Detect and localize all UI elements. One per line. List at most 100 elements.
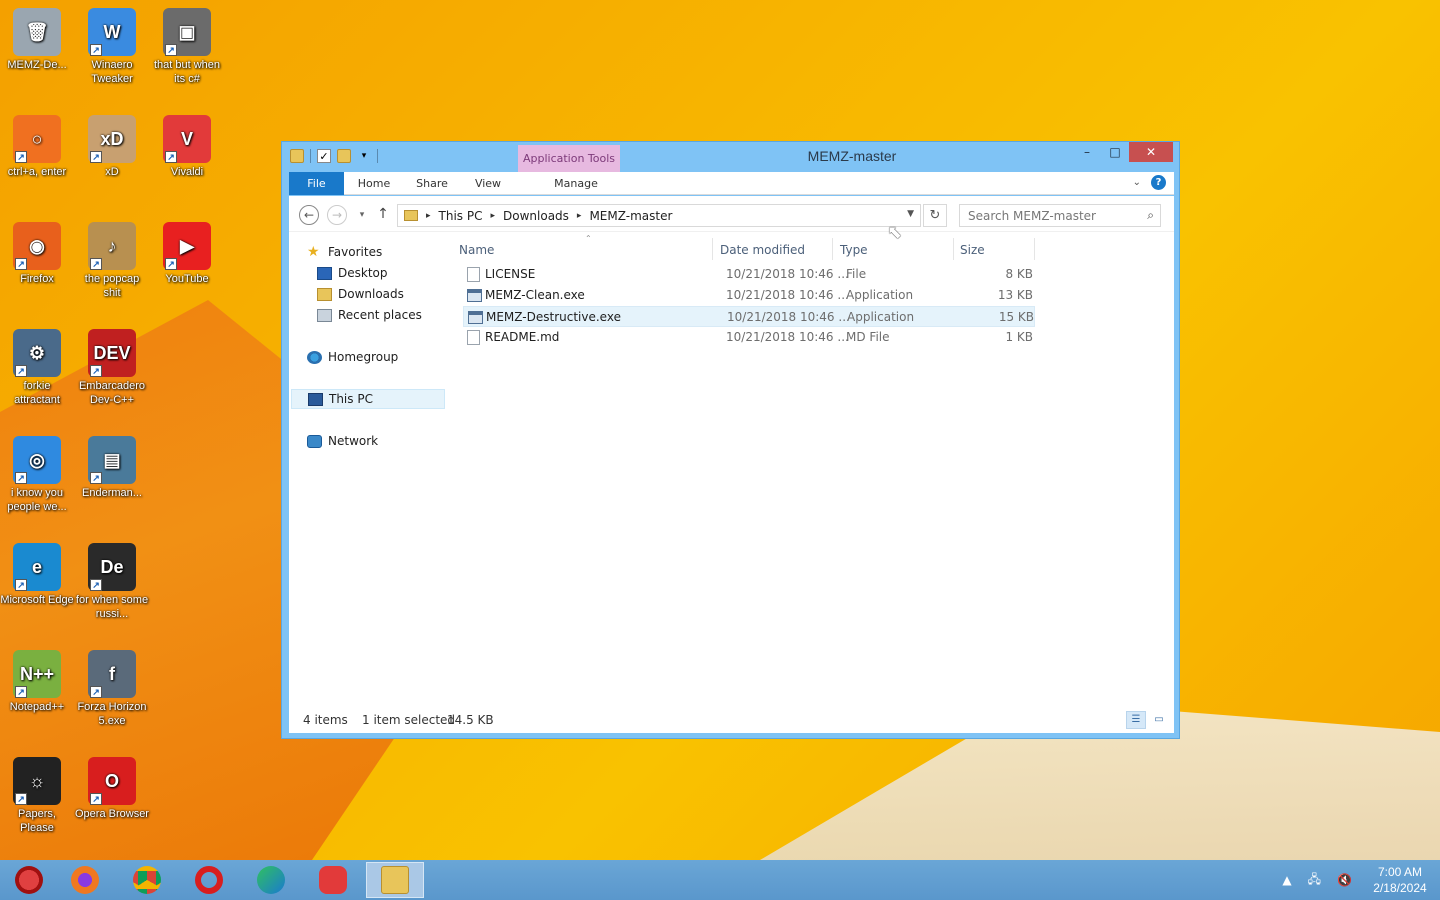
desktop-icon[interactable]: ○ ↗ ctrl+a, enter [0,115,74,179]
taskbar-file-explorer[interactable] [366,862,424,898]
column-header-size[interactable]: Size [960,243,985,257]
help-icon[interactable]: ? [1151,175,1166,190]
forward-button[interactable]: → [327,205,347,225]
chevron-right-icon[interactable]: ▸ [426,211,431,221]
desktop-icon[interactable]: ◉ ↗ Firefox [0,222,74,286]
column-header-name[interactable]: Name [459,243,494,257]
maximize-button[interactable]: □ [1102,142,1128,162]
desktop-icon[interactable]: ☼ ↗ Papers, Please [0,757,74,835]
desktop-icon[interactable]: ♪ ↗ the popcap shit [75,222,149,300]
edge-icon [257,866,285,894]
desktop-icon[interactable]: ▤ ↗ Enderman... [75,436,149,500]
nav-downloads[interactable]: Downloads [317,284,404,304]
column-divider[interactable] [1034,238,1035,260]
column-divider[interactable] [832,238,833,260]
start-icon [15,866,43,894]
nav-label: Recent places [338,308,422,322]
taskbar-edge[interactable] [242,862,300,898]
recent-locations-button[interactable]: ▾ [352,206,372,226]
volume-muted-icon[interactable]: 🔇 [1337,873,1352,887]
desktop-icon[interactable]: ⚙ ↗ forkie attractant [0,329,74,407]
chevron-right-icon[interactable]: ▸ [490,211,495,221]
nav-desktop[interactable]: Desktop [317,263,388,283]
desktop-icon[interactable]: ▶ ↗ YouTube [150,222,224,286]
app-icon: ◉ ↗ [13,222,61,270]
desktop-icon[interactable]: xD ↗ xD [75,115,149,179]
breadcrumb-downloads[interactable]: Downloads [503,209,569,223]
tab-view[interactable]: View [463,172,513,195]
new-folder-icon[interactable] [337,149,351,163]
desktop-icon[interactable]: f ↗ Forza Horizon 5.exe [75,650,149,728]
app-icon: f ↗ [88,650,136,698]
vivaldi-icon [319,866,347,894]
nav-recent-places[interactable]: Recent places [317,305,422,325]
desktop-icon[interactable]: ▣ ↗ that but when its c# [150,8,224,86]
file-date: 10/21/2018 10:46 ... [726,267,849,281]
desktop-icon[interactable]: O ↗ Opera Browser [75,757,149,821]
folder-icon [404,210,418,221]
tab-share[interactable]: Share [407,172,457,195]
nav-favorites[interactable]: ★ Favorites [307,242,382,262]
chevron-down-icon[interactable]: ▼ [907,209,914,219]
desktop-icon[interactable]: De ↗ for when some russi... [75,543,149,621]
ribbon-tabs: File Home Share View Manage ⌄ ? [289,172,1174,195]
nav-this-pc[interactable]: This PC [291,389,445,409]
details-view-button[interactable]: ☰ [1126,711,1146,729]
file-row[interactable]: MEMZ-Destructive.exe 10/21/2018 10:46 ...… [463,306,1035,327]
shortcut-arrow-icon: ↗ [90,686,102,698]
address-bar[interactable]: ▸ This PC ▸ Downloads ▸ MEMZ-master ▼ [397,204,921,227]
network-icon[interactable]: 🖧 [1308,870,1321,891]
app-icon: W ↗ [88,8,136,56]
shortcut-arrow-icon: ↗ [90,472,102,484]
desktop-icon[interactable]: e ↗ Microsoft Edge [0,543,74,607]
taskbar-opera[interactable] [180,862,238,898]
desktop-icon[interactable]: N++ ↗ Notepad++ [0,650,74,714]
desktop-icon-label: ctrl+a, enter [7,166,67,178]
chevron-right-icon[interactable]: ▸ [577,211,582,221]
refresh-button[interactable]: ↻ [923,204,947,227]
file-size: 8 KB [1005,267,1033,281]
status-bar: 4 items 1 item selected 14.5 KB ☰ ▭ [289,703,1174,733]
column-divider[interactable] [712,238,713,260]
expand-ribbon-icon[interactable]: ⌄ [1133,177,1141,188]
desktop-icon-label: for when some russi... [75,594,149,620]
close-button[interactable]: ✕ [1129,142,1173,162]
customize-qat-icon[interactable]: ▾ [357,149,371,163]
taskbar-vivaldi[interactable] [304,862,362,898]
tab-home[interactable]: Home [349,172,399,195]
column-divider[interactable] [953,238,954,260]
file-row[interactable]: LICENSE 10/21/2018 10:46 ... File 8 KB [463,264,1035,285]
tab-file[interactable]: File [289,172,344,195]
large-icons-view-button[interactable]: ▭ [1149,711,1169,729]
nav-network[interactable]: Network [307,431,378,451]
desktop-icon[interactable]: W ↗ Winaero Tweaker [75,8,149,86]
clock[interactable]: 7:00 AM 2/18/2024 [1360,864,1440,896]
breadcrumb-memz-master[interactable]: MEMZ-master [589,209,672,223]
file-row[interactable]: README.md 10/21/2018 10:46 ... MD File 1 KB [463,327,1035,348]
desktop-icon[interactable]: DEV ↗ Embarcadero Dev-C++ [75,329,149,407]
desktop-icon[interactable]: 🗑 MEMZ-De... [0,8,74,72]
column-header-type[interactable]: Type [840,243,868,257]
column-header-date[interactable]: Date modified [720,243,805,257]
up-button[interactable]: ↑ [373,205,393,225]
file-row[interactable]: MEMZ-Clean.exe 10/21/2018 10:46 ... Applic… [463,285,1035,306]
nav-homegroup[interactable]: Homegroup [307,347,398,367]
desktop-icon[interactable]: V ↗ Vivaldi [150,115,224,179]
shortcut-arrow-icon: ↗ [90,365,102,377]
tab-manage[interactable]: Manage [526,172,626,195]
file-name: README.md [485,330,560,344]
search-icon[interactable]: ⌕ [1147,208,1154,223]
file-type: File [846,267,867,281]
breadcrumb-this-pc[interactable]: This PC [439,209,483,223]
taskbar-chrome[interactable] [118,862,176,898]
taskbar: ▲ 🖧 🔇 7:00 AM 2/18/2024 [0,860,1440,900]
taskbar-start-icon[interactable] [0,862,58,898]
properties-icon[interactable]: ✓ [317,149,331,163]
taskbar-firefox[interactable] [56,862,114,898]
title-bar[interactable]: ✓ ▾ Application Tools MEMZ-master – □ ✕ [282,142,1179,173]
desktop-icon[interactable]: ◎ ↗ i know you people we... [0,436,74,514]
search-input[interactable]: Search MEMZ-master ⌕ [959,204,1161,227]
minimize-button[interactable]: – [1074,142,1100,162]
show-hidden-icons-icon[interactable]: ▲ [1282,873,1291,887]
back-button[interactable]: ← [299,205,319,225]
